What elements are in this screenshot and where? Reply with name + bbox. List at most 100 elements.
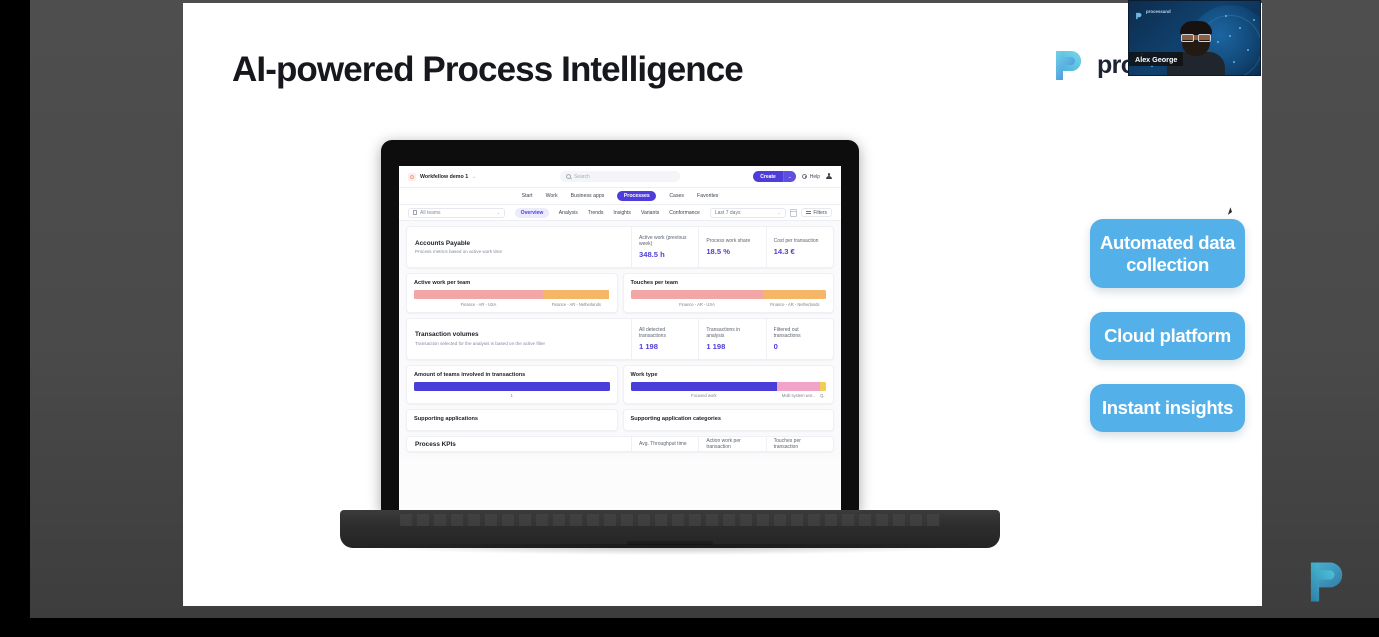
metric-value: 14.3 € bbox=[773, 247, 795, 256]
tab-start[interactable]: Start bbox=[522, 193, 533, 199]
stacked-bar bbox=[414, 381, 610, 391]
accounts-payable-subtitle: Process metrics based on active work tim… bbox=[415, 249, 503, 255]
card-title: Touches per team bbox=[630, 280, 678, 286]
accounts-payable-header: Accounts Payable Process metrics based o… bbox=[407, 227, 631, 267]
metric-label: Avg. Throughput time bbox=[639, 441, 687, 447]
calendar-icon[interactable] bbox=[789, 208, 798, 217]
feature-pill-instant-insights[interactable]: Instant insights bbox=[1090, 383, 1245, 432]
filters-label: Filters bbox=[813, 209, 827, 216]
accounts-payable-card: Accounts Payable Process metrics based o… bbox=[406, 226, 834, 268]
search-placeholder: Search bbox=[574, 173, 590, 180]
bar-segment bbox=[763, 290, 826, 299]
card-title: Active work per team bbox=[414, 280, 471, 286]
bar-segment bbox=[630, 381, 778, 391]
subtab-conformance[interactable]: Conformance bbox=[669, 210, 700, 216]
subtab-analysis[interactable]: Analysis bbox=[559, 210, 578, 216]
metric-in-analysis: Transactions in analysis 1 198 bbox=[698, 318, 765, 359]
feature-pill-cloud-platform[interactable]: Cloud platform bbox=[1090, 312, 1245, 360]
workspace-selector[interactable]: Workfellow demo 1 ⌄ bbox=[408, 172, 476, 181]
team-select-value: All teams bbox=[420, 209, 441, 216]
app-main-nav: Start Work Business apps Processes Cases… bbox=[399, 188, 841, 205]
player-bottom-bar bbox=[0, 618, 1379, 637]
tab-business-apps[interactable]: Business apps bbox=[571, 193, 605, 199]
subtab-variants[interactable]: Variants bbox=[641, 210, 659, 216]
bar-labels: 1 bbox=[414, 393, 610, 398]
filters-button[interactable]: Filters bbox=[801, 207, 832, 218]
bar-segment bbox=[820, 381, 826, 391]
process-kpis-header: Process KPIs bbox=[407, 437, 631, 451]
avatar[interactable] bbox=[826, 173, 832, 180]
metric-label: Filtered out transactions bbox=[773, 326, 801, 339]
laptop-shadow bbox=[354, 544, 986, 555]
metric-process-work-share: Process work share 18.5 % bbox=[698, 227, 765, 267]
card-title: Amount of teams involved in transactions bbox=[414, 371, 526, 378]
date-range-select[interactable]: Last 7 days ⌄ bbox=[709, 207, 786, 218]
bar-segment bbox=[543, 290, 610, 299]
create-button-group[interactable]: Create ⌄ bbox=[753, 170, 796, 183]
tab-work[interactable]: Work bbox=[546, 193, 558, 199]
subtab-trends[interactable]: Trends bbox=[588, 210, 604, 216]
metric-avg-throughput: Avg. Throughput time bbox=[631, 437, 698, 451]
create-button[interactable]: Create bbox=[753, 170, 783, 183]
help-button[interactable]: Help bbox=[801, 173, 820, 180]
help-label: Help bbox=[809, 173, 820, 180]
tab-processes[interactable]: Processes bbox=[617, 190, 657, 202]
transaction-volumes-header: Transaction volumes Transaction selected… bbox=[407, 319, 631, 359]
chevron-down-icon: ⌄ bbox=[496, 209, 501, 215]
app-topbar: Workfellow demo 1 ⌄ Search Create ⌄ Help bbox=[399, 166, 841, 188]
bar-label: Finance - AR - USA bbox=[679, 301, 715, 307]
bar-labels: Focused work Multi system wor... Q... bbox=[631, 393, 827, 398]
metric-label: Touches per transaction bbox=[773, 438, 801, 450]
stacked-bar bbox=[414, 290, 610, 299]
metric-active-work: Active work (previous week) 348.5 h bbox=[631, 227, 698, 267]
metric-label: Process work share bbox=[706, 238, 751, 244]
video-player-stage: AI-powered Process Intelligence proc Wor… bbox=[0, 0, 1379, 637]
search-icon bbox=[566, 174, 571, 179]
subtab-insights[interactable]: Insights bbox=[613, 210, 631, 216]
workspace-icon bbox=[408, 172, 416, 181]
subtab-overview[interactable]: Overview bbox=[515, 207, 549, 218]
supporting-apps-row: Supporting applications Supporting appli… bbox=[406, 409, 834, 431]
bar-segment bbox=[414, 381, 610, 391]
create-dropdown-icon[interactable]: ⌄ bbox=[782, 170, 796, 183]
laptop-base bbox=[340, 510, 1000, 548]
bar-label: Finance - AR - USA bbox=[460, 301, 497, 307]
processand-logo-icon bbox=[1135, 7, 1143, 20]
document-icon bbox=[413, 210, 417, 215]
bar-labels: Finance - AR - USA Finance - AR - Nether… bbox=[631, 302, 827, 307]
search-box[interactable]: Search bbox=[560, 171, 680, 182]
metric-value: 1 198 bbox=[639, 341, 659, 351]
stacked-bar bbox=[630, 290, 827, 299]
metric-cost-per-transaction: Cost per transaction 14.3 € bbox=[765, 227, 833, 267]
processand-watermark-icon bbox=[1306, 559, 1350, 605]
app-content: Accounts Payable Process metrics based o… bbox=[399, 221, 841, 457]
tab-favorites[interactable]: Favorites bbox=[697, 193, 718, 199]
transaction-volumes-subtitle: Transaction selected for the analysis is… bbox=[415, 340, 546, 346]
metric-value: 0 bbox=[773, 341, 778, 351]
laptop-keyboard bbox=[400, 514, 940, 526]
metric-touches-per-transaction: Touches per transaction bbox=[765, 437, 833, 451]
transaction-volumes-title: Transaction volumes bbox=[415, 331, 479, 339]
presenter-video-thumbnail[interactable]: processand Alex George bbox=[1128, 0, 1261, 76]
topbar-actions: Create ⌄ Help bbox=[753, 170, 832, 183]
laptop-screen: Workfellow demo 1 ⌄ Search Create ⌄ Help… bbox=[399, 166, 841, 512]
tab-cases[interactable]: Cases bbox=[669, 193, 684, 199]
bar-labels: Finance - AR - USA Finance - AR - Nether… bbox=[414, 302, 610, 307]
feature-pill-automated-data-collection[interactable]: Automated data collection bbox=[1090, 219, 1245, 289]
glasses-icon bbox=[1181, 34, 1211, 42]
metric-label: All detected transactions bbox=[639, 326, 666, 339]
metric-label: Cost per transaction bbox=[773, 238, 819, 244]
transaction-volumes-card: Transaction volumes Transaction selected… bbox=[406, 317, 834, 360]
metric-value: 348.5 h bbox=[639, 250, 665, 259]
process-kpis-card: Process KPIs Avg. Throughput time Action… bbox=[406, 436, 834, 452]
metric-label: Action work per transaction bbox=[706, 438, 741, 450]
metric-all-detected: All detected transactions 1 198 bbox=[631, 318, 698, 359]
filter-icon bbox=[806, 210, 811, 215]
chevron-down-icon: ⌄ bbox=[777, 209, 781, 215]
metric-value: 1 198 bbox=[706, 341, 726, 351]
team-select[interactable]: All teams ⌄ bbox=[408, 207, 506, 218]
laptop-lid: Workfellow demo 1 ⌄ Search Create ⌄ Help… bbox=[381, 140, 859, 512]
video-brand-text: processand bbox=[1146, 8, 1171, 14]
bar-label: Q... bbox=[820, 393, 826, 398]
supporting-applications-card: Supporting applications bbox=[406, 409, 618, 431]
